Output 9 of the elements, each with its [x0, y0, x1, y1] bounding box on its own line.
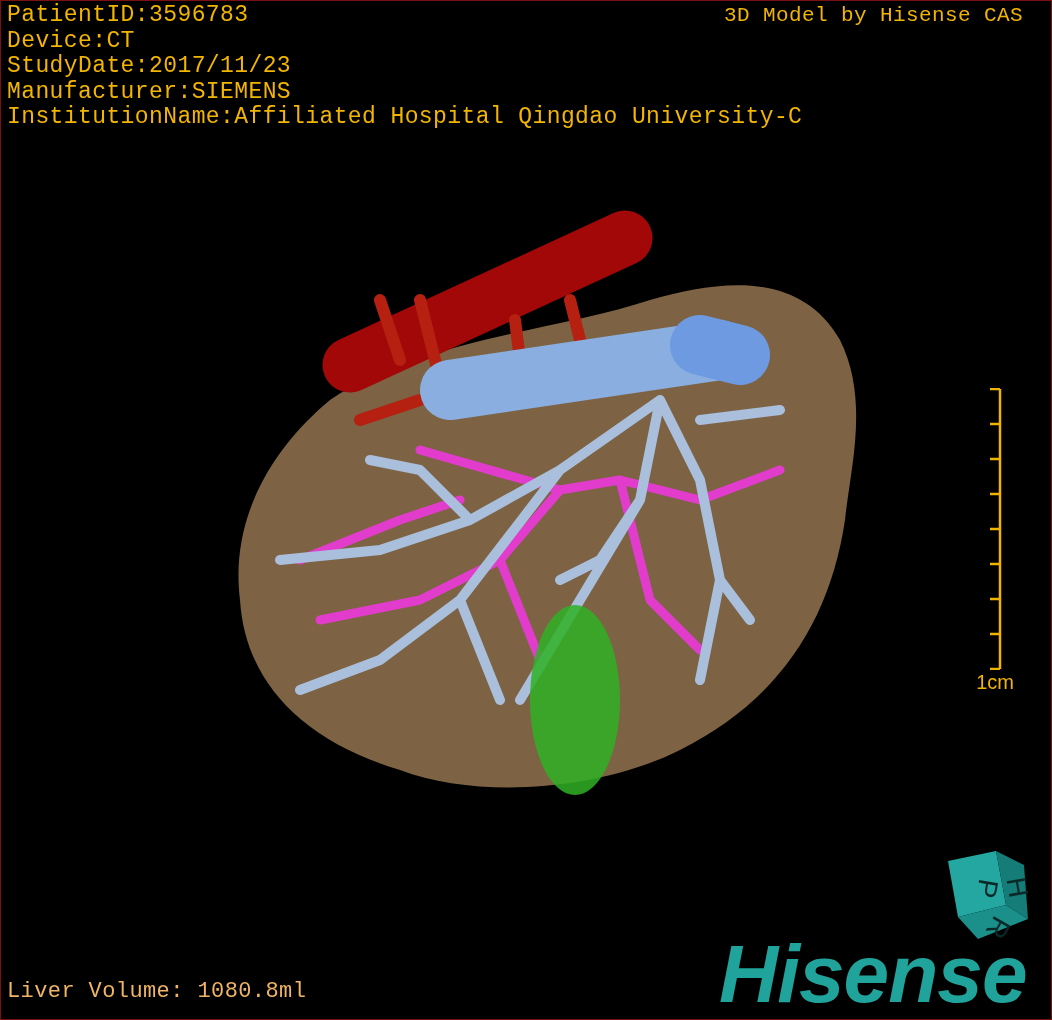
model-title: 3D Model by Hisense CAS	[723, 3, 1023, 29]
liver-volume: Liver Volume: 1080.8ml	[7, 979, 307, 1005]
study-info-line: InstitutionName:Affiliated Hospital Qingdao University-C	[7, 105, 803, 131]
study-info-line: StudyDate:2017/11/23	[7, 54, 292, 80]
study-info-line: Device:CT	[7, 28, 135, 54]
study-info-line: Manufacturer:SIEMENS	[7, 79, 292, 105]
study-info-line: PatientID:3596783	[7, 3, 249, 29]
orientation-cube[interactable]: P H R	[938, 847, 1030, 943]
scale-label: 1cm	[976, 671, 1014, 693]
